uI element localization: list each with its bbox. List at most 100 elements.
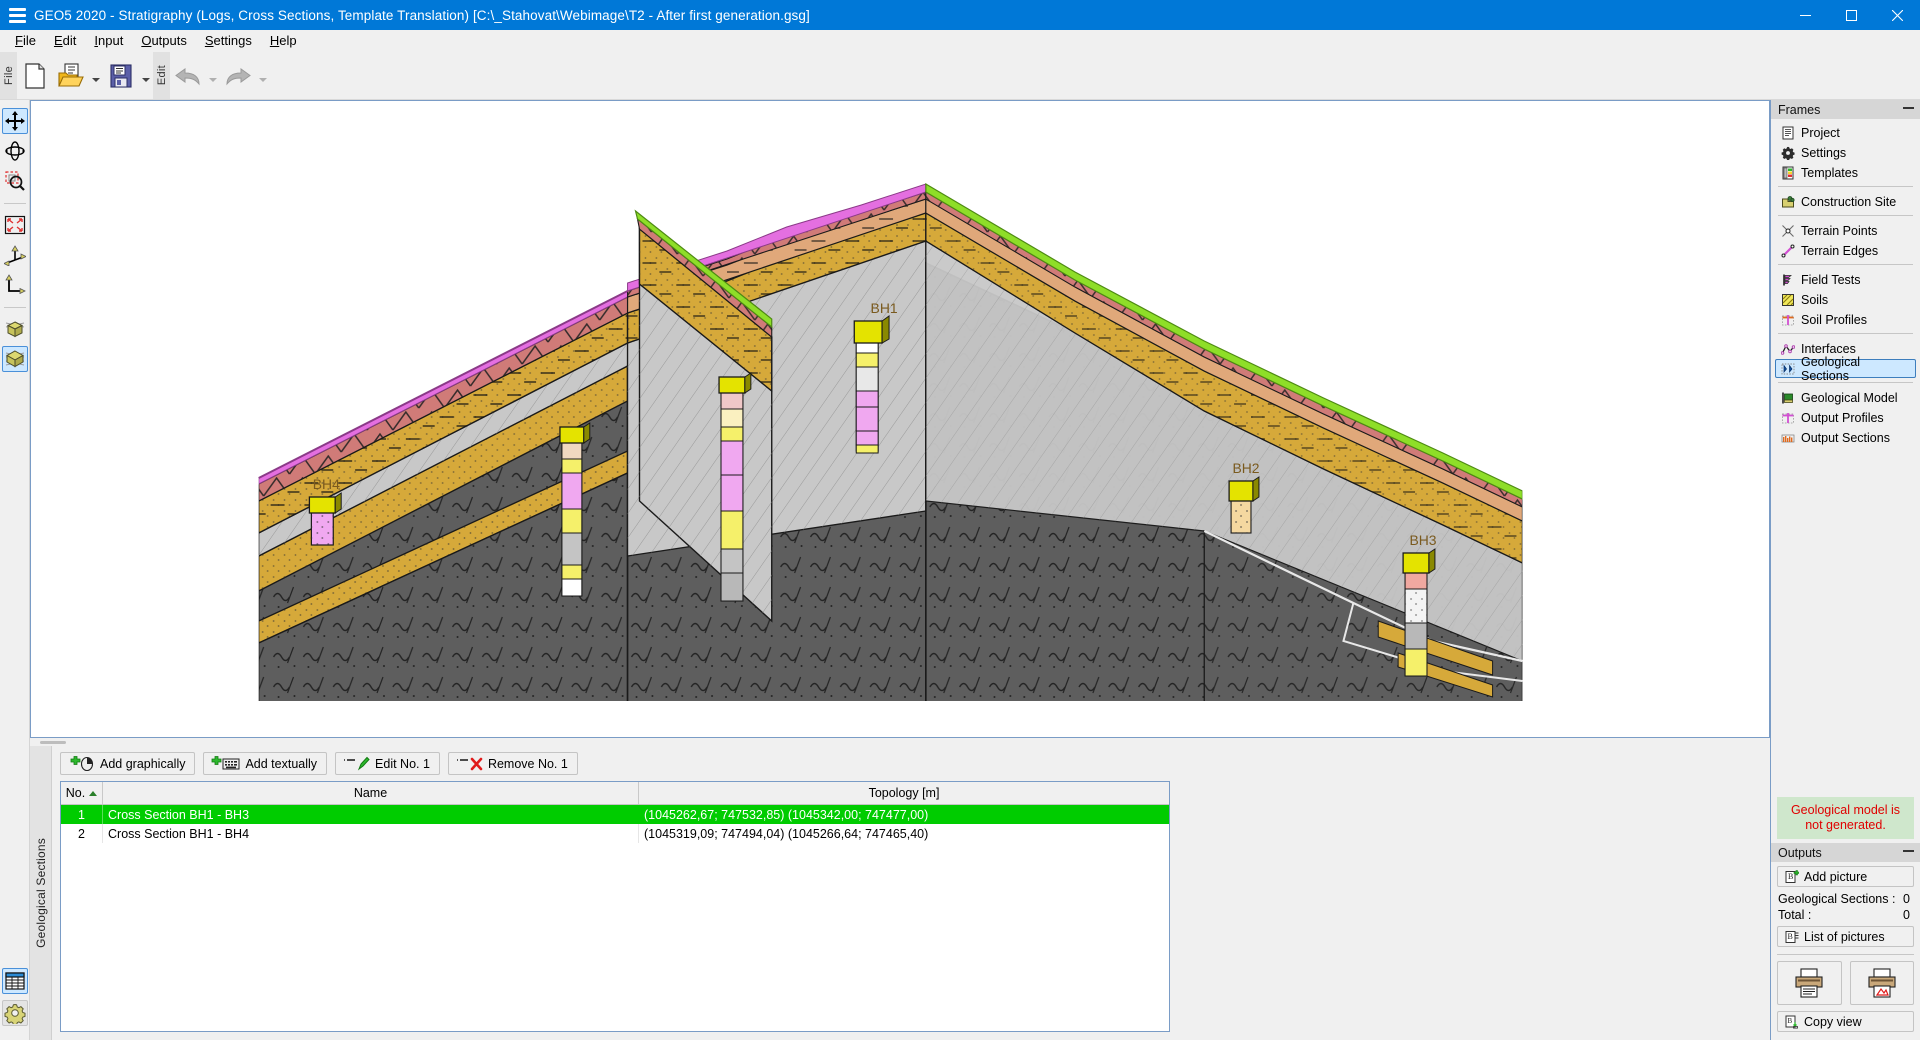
interfaces-icon bbox=[1780, 341, 1795, 356]
axes-3d-tool-button[interactable] bbox=[2, 242, 28, 268]
table-row[interactable]: 1 Cross Section BH1 - BH3 (1045262,67; 7… bbox=[61, 805, 1169, 824]
column-header-topology[interactable]: Topology [m] bbox=[639, 782, 1169, 804]
geology-3d-canvas[interactable]: BH4 BH1 BH2 BH3 bbox=[30, 100, 1770, 738]
rotate-icon bbox=[4, 141, 25, 161]
collapse-frames-icon[interactable] bbox=[1903, 107, 1914, 109]
sidebar-item-label: Output Profiles bbox=[1801, 410, 1884, 425]
printer-document-icon bbox=[1795, 968, 1823, 998]
wireframe-cube-tool-button[interactable] bbox=[2, 316, 28, 342]
solid-cube-tool-button[interactable] bbox=[1, 346, 28, 372]
print-buttons-row bbox=[1777, 961, 1914, 1005]
bottom-panel: Geological Sections Add graphically Add … bbox=[30, 746, 1770, 1040]
sidebar-item-construction-site[interactable]: Construction Site bbox=[1775, 192, 1916, 211]
menu-input[interactable]: Input bbox=[85, 31, 132, 50]
gear-icon bbox=[1780, 145, 1795, 160]
redo-icon bbox=[226, 67, 251, 85]
view-settings-tool-button[interactable] bbox=[1, 1000, 28, 1026]
list-of-pictures-button[interactable]: B List of pictures bbox=[1777, 926, 1914, 947]
sections-table[interactable]: No. Name Topology [m] 1 Cross Section BH… bbox=[60, 781, 1170, 1032]
sidebar-item-terrain-edges[interactable]: Terrain Edges bbox=[1775, 241, 1916, 260]
table-row[interactable]: 2 Cross Section BH1 - BH4 (1045319,09; 7… bbox=[61, 824, 1169, 843]
frames-panel-title: Frames bbox=[1778, 102, 1821, 117]
frames-separator bbox=[1778, 333, 1913, 334]
rotate-tool-button[interactable] bbox=[2, 138, 28, 164]
status-line-1: Geological model is bbox=[1790, 803, 1901, 817]
copy-view-button[interactable]: B Copy view bbox=[1777, 1011, 1914, 1032]
edit-button[interactable]: Edit No. 1 bbox=[335, 752, 440, 775]
undo-icon bbox=[175, 67, 200, 85]
minimize-button[interactable] bbox=[1782, 0, 1828, 30]
column-header-name[interactable]: Name bbox=[103, 782, 639, 804]
print-document-button[interactable] bbox=[1777, 961, 1842, 1005]
axes-2d-tool-button[interactable] bbox=[2, 272, 28, 298]
new-file-button[interactable] bbox=[18, 56, 52, 96]
undo-dropdown[interactable] bbox=[206, 56, 220, 96]
sidebar-item-templates[interactable]: Templates bbox=[1775, 163, 1916, 182]
vertical-tab-geological-sections[interactable]: Geological Sections bbox=[30, 746, 52, 1040]
add-picture-button[interactable]: B Add picture bbox=[1777, 866, 1914, 887]
add-graphically-label: Add graphically bbox=[100, 756, 186, 771]
sidebar-item-soils[interactable]: Soils bbox=[1775, 290, 1916, 309]
undo-button[interactable] bbox=[171, 56, 205, 96]
sidebar-item-field-tests[interactable]: Field Tests bbox=[1775, 270, 1916, 289]
maximize-button[interactable] bbox=[1828, 0, 1874, 30]
window-title: GEO5 2020 - Stratigraphy (Logs, Cross Se… bbox=[34, 7, 810, 23]
zoom-window-tool-button[interactable] bbox=[2, 168, 28, 194]
save-file-button[interactable] bbox=[104, 56, 138, 96]
redo-dropdown[interactable] bbox=[256, 56, 270, 96]
sidebar-item-project[interactable]: Project bbox=[1775, 123, 1916, 142]
menu-settings[interactable]: Settings bbox=[196, 31, 261, 50]
menu-bar: FFileile Edit Input Outputs Settings Hel… bbox=[0, 30, 1920, 52]
outputs-panel-header: Outputs bbox=[1771, 843, 1920, 862]
pan-tool-button[interactable] bbox=[1, 108, 28, 134]
cell-no: 1 bbox=[61, 805, 103, 824]
open-file-dropdown[interactable] bbox=[89, 56, 103, 96]
center-column: BH4 BH1 BH2 BH3 Geological Sections Add … bbox=[30, 100, 1770, 1040]
tools-separator-2 bbox=[3, 307, 26, 308]
output-profile-icon bbox=[1780, 410, 1795, 425]
chevron-down-icon bbox=[142, 77, 150, 82]
add-textually-button[interactable]: Add textually bbox=[203, 752, 328, 775]
fit-all-tool-button[interactable] bbox=[2, 212, 28, 238]
minimize-icon bbox=[1799, 14, 1811, 16]
redo-button[interactable] bbox=[221, 56, 255, 96]
menu-help[interactable]: Help bbox=[261, 31, 306, 50]
sidebar-item-settings[interactable]: Settings bbox=[1775, 143, 1916, 162]
table-view-tool-button[interactable] bbox=[1, 968, 28, 994]
list-of-pictures-icon: B bbox=[1784, 929, 1799, 944]
sidebar-item-geological-sections[interactable]: Geological Sections bbox=[1775, 355, 1916, 383]
title-bar: GEO5 2020 - Stratigraphy (Logs, Cross Se… bbox=[0, 0, 1920, 30]
sidebar-item-geological-model[interactable]: Geological Model bbox=[1775, 388, 1916, 407]
axes-2d-icon bbox=[4, 274, 26, 295]
sidebar-item-soil-profiles[interactable]: Soil Profiles bbox=[1775, 310, 1916, 329]
menu-file[interactable]: FFileile bbox=[6, 31, 45, 50]
add-graphically-button[interactable]: Add graphically bbox=[60, 752, 196, 775]
close-button[interactable] bbox=[1874, 0, 1920, 30]
output-section-icon bbox=[1780, 430, 1795, 445]
sidebar-item-output-profiles[interactable]: Output Profiles bbox=[1775, 408, 1916, 427]
pan-icon bbox=[4, 111, 25, 131]
save-file-dropdown[interactable] bbox=[139, 56, 153, 96]
panel-splitter[interactable] bbox=[30, 738, 1770, 746]
tools-separator-1 bbox=[3, 203, 26, 204]
sidebar-item-label: Field Tests bbox=[1801, 272, 1861, 287]
toolbar-group-edit bbox=[170, 52, 270, 99]
counter-geological-sections: Geological Sections : 0 bbox=[1771, 891, 1920, 907]
sidebar-item-label: Terrain Edges bbox=[1801, 243, 1879, 258]
add-picture-label: Add picture bbox=[1804, 869, 1868, 884]
collapse-outputs-icon[interactable] bbox=[1903, 850, 1914, 852]
sidebar-item-label: Soils bbox=[1801, 292, 1829, 307]
print-picture-button[interactable] bbox=[1849, 961, 1914, 1005]
column-header-no[interactable]: No. bbox=[61, 782, 103, 804]
menu-edit[interactable]: Edit bbox=[45, 31, 85, 50]
vertical-tab-label: Geological Sections bbox=[33, 838, 48, 948]
toolbar-group-edit-label: Edit bbox=[153, 52, 170, 99]
sidebar-item-output-sections[interactable]: Output Sections bbox=[1775, 428, 1916, 447]
remove-button[interactable]: Remove No. 1 bbox=[447, 752, 578, 775]
open-file-button[interactable] bbox=[54, 56, 88, 96]
sidebar-item-label: Soil Profiles bbox=[1801, 312, 1867, 327]
frames-list: Project Settings Templates Construction … bbox=[1771, 119, 1920, 448]
column-header-topology-label: Topology [m] bbox=[868, 786, 940, 800]
sidebar-item-terrain-points[interactable]: Terrain Points bbox=[1775, 221, 1916, 240]
menu-outputs[interactable]: Outputs bbox=[132, 31, 196, 50]
